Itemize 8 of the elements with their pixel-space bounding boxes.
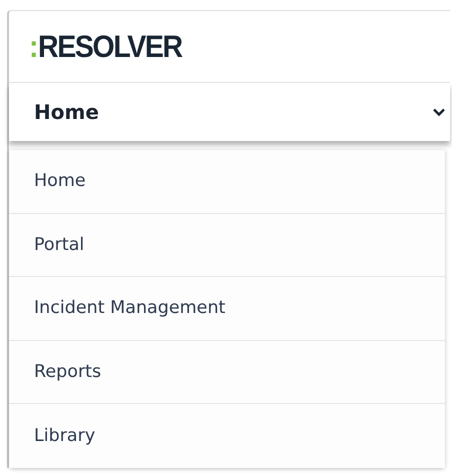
menu-item[interactable]: Portal [9,214,445,277]
menu-item[interactable]: Home [9,150,445,214]
logo: :RESOLVER [29,31,182,62]
page-dropdown[interactable]: Home [9,83,450,141]
chevron-down-icon [432,107,446,117]
menu-item[interactable]: Library [9,404,445,468]
menu-item[interactable]: Incident Management [9,277,445,340]
menu-item[interactable]: Reports [9,340,445,404]
